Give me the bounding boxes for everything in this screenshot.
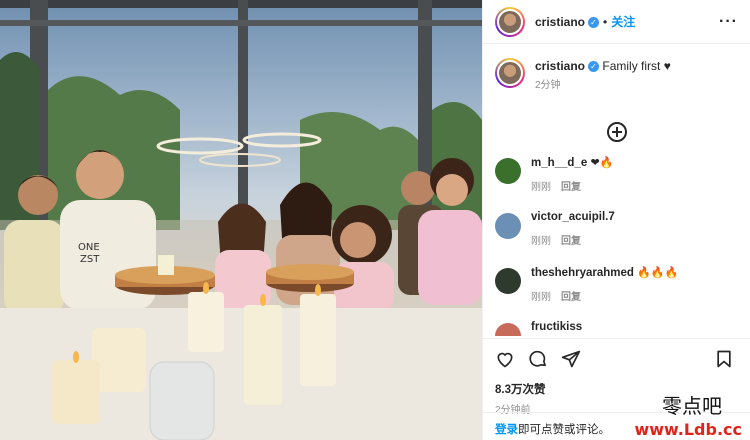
comment-avatar[interactable] <box>495 323 521 336</box>
caption-timestamp[interactable]: 2分钟 <box>535 78 671 94</box>
post-header: cristiano ✓ • 关注 ··· <box>483 0 750 44</box>
comment-item: fructikiss <box>495 321 738 336</box>
verified-badge-icon: ✓ <box>588 61 600 72</box>
comment-username[interactable]: fructikiss <box>531 321 582 333</box>
follow-button[interactable]: 关注 <box>611 13 635 30</box>
comment-text: ❤🔥 <box>590 157 614 169</box>
comment-text: 🔥🔥🔥 <box>637 267 679 279</box>
watermark-url: www.Ldb.cc <box>632 420 744 439</box>
load-more-comments-icon[interactable] <box>606 122 627 142</box>
comment-avatar[interactable] <box>495 158 521 184</box>
more-options-icon[interactable]: ··· <box>719 13 738 31</box>
comments-list[interactable]: m_h__d_e ❤🔥 刚刚 回复 victor_acuipil.7 刚刚 回复 t… <box>483 156 750 336</box>
reply-button[interactable]: 回复 <box>561 182 581 193</box>
login-link[interactable]: 登录 <box>495 424 518 436</box>
comment-time: 刚刚 <box>531 182 551 193</box>
comment-username[interactable]: victor_acuipil.7 <box>531 211 615 223</box>
share-paper-plane-icon[interactable] <box>561 349 581 369</box>
username-link[interactable]: cristiano ✓ <box>535 15 600 29</box>
comment-item: theshehryarahmed 🔥🔥🔥 刚刚 回复 <box>495 266 738 321</box>
verified-badge-icon: ✓ <box>588 16 600 28</box>
avatar[interactable] <box>495 6 525 37</box>
caption-avatar[interactable] <box>495 58 525 88</box>
comment-item: victor_acuipil.7 刚刚 回复 <box>495 211 738 266</box>
login-prompt-text: 即可点赞或评论。 <box>518 424 610 436</box>
post-side-panel: cristiano ✓ • 关注 ··· cristiano ✓ Family fi… <box>482 0 750 440</box>
post-caption: cristiano ✓ Family first ♥ 2分钟 <box>483 44 750 94</box>
save-bookmark-icon[interactable] <box>714 349 734 369</box>
reply-button[interactable]: 回复 <box>561 236 581 247</box>
comment-avatar[interactable] <box>495 213 521 239</box>
comment-username[interactable]: m_h__d_e <box>531 157 587 169</box>
username-text[interactable]: cristiano <box>535 15 585 29</box>
like-heart-icon[interactable] <box>495 349 515 369</box>
comment-avatar[interactable] <box>495 268 521 294</box>
comment-username[interactable]: theshehryarahmed <box>531 267 634 279</box>
svg-text:ONE: ONE <box>78 242 100 253</box>
post-photo[interactable]: ONE ZST <box>0 0 482 440</box>
comment-time: 刚刚 <box>531 292 551 303</box>
svg-text:ZST: ZST <box>80 254 100 265</box>
reply-button[interactable]: 回复 <box>561 292 581 303</box>
separator-dot: • <box>603 14 608 29</box>
caption-username[interactable]: cristiano <box>535 59 585 73</box>
comment-item: m_h__d_e ❤🔥 刚刚 回复 <box>495 156 738 211</box>
comment-bubble-icon[interactable] <box>528 349 548 369</box>
family-birthday-photo: ONE ZST <box>0 0 482 440</box>
caption-text: Family first ♥ <box>602 59 671 73</box>
watermark-chinese: 零点吧 <box>662 394 722 418</box>
comment-time: 刚刚 <box>531 236 551 247</box>
